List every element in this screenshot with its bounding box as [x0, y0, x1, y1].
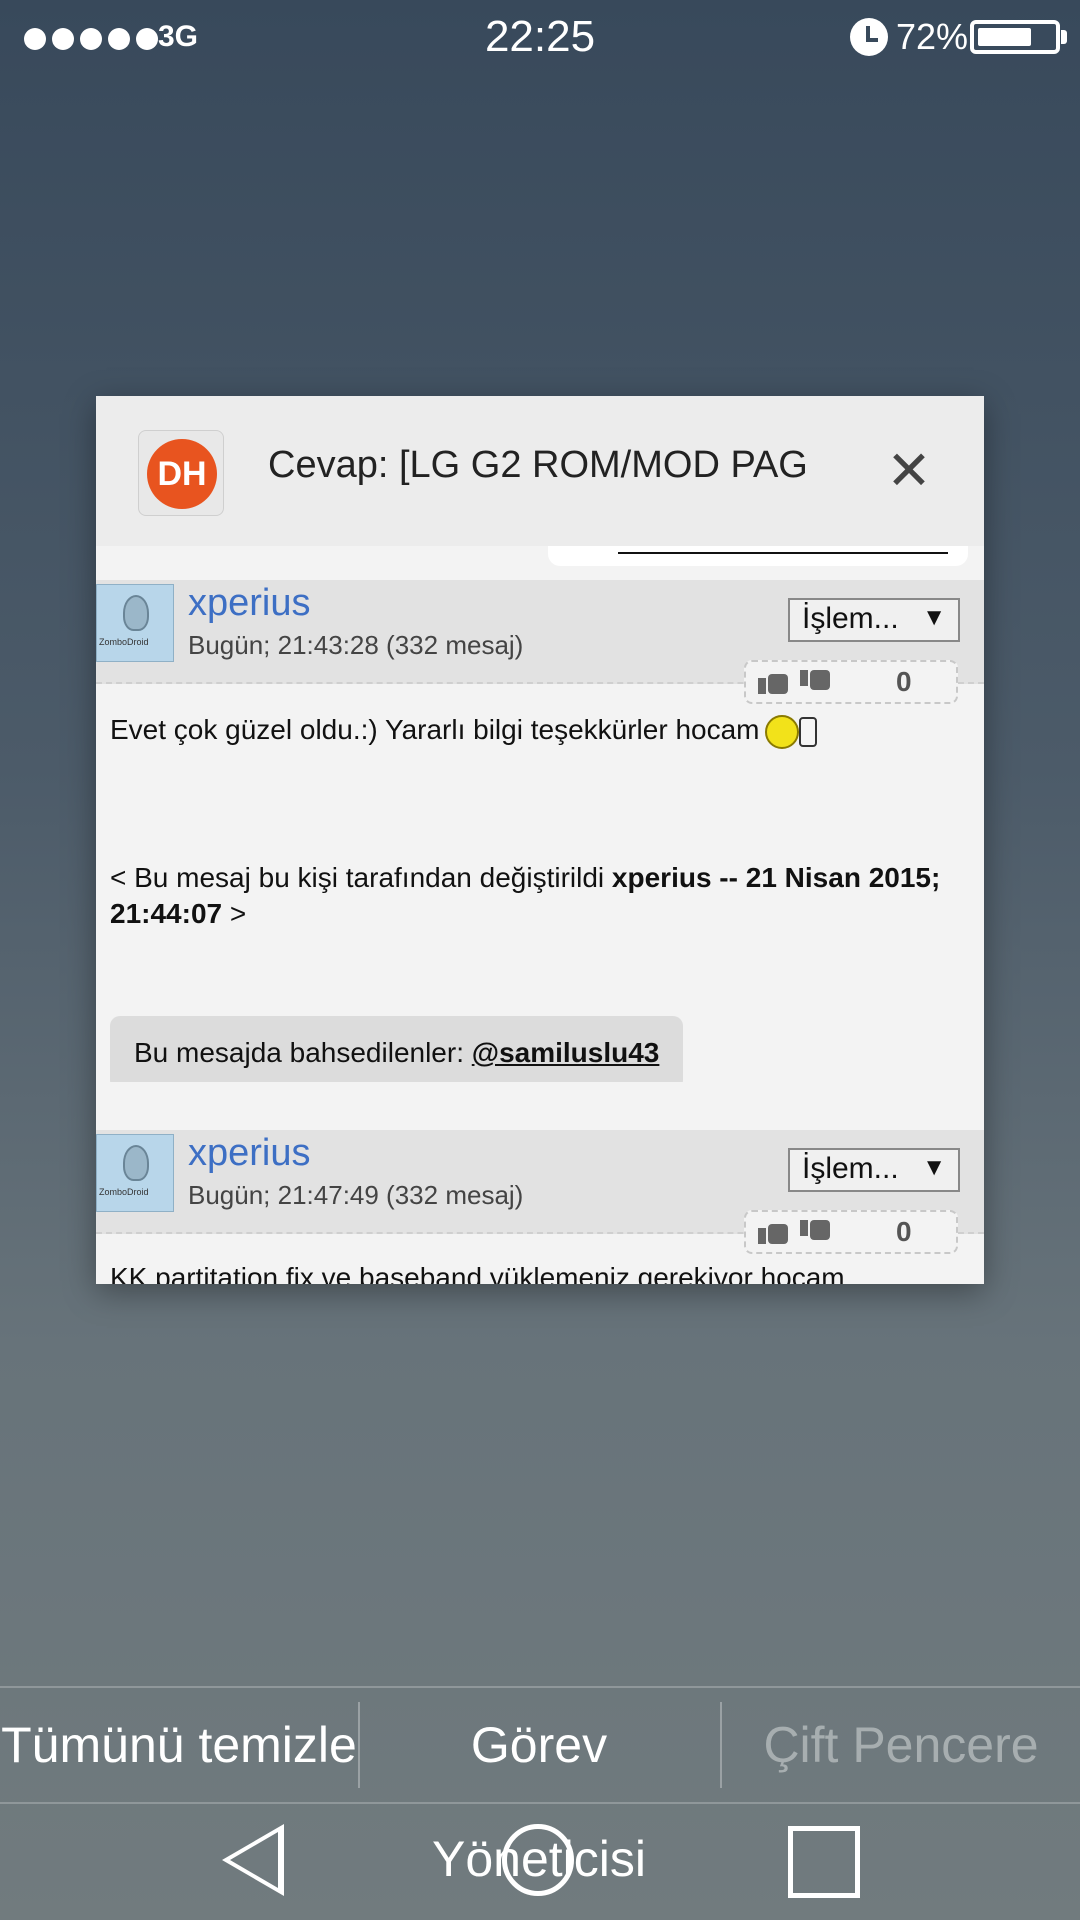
post-header: ZomboDroid xperius Bugün; 21:43:28 (332 …	[96, 580, 984, 704]
recent-app-card[interactable]: DH Cevap: [LG G2 ROM/MOD PAGE|LOLL ✕ Zom…	[96, 396, 984, 1284]
owl-icon	[123, 1145, 149, 1181]
recents-action-bar: Tümünü temizle Görev Yöneticisi Çift Pen…	[0, 1686, 1080, 1887]
action-dropdown-label: İşlem...	[802, 602, 899, 635]
navigation-bar	[0, 1802, 1080, 1920]
status-bar: 3G 22:25 72%	[0, 0, 1080, 78]
thumbs-up-emoji-icon	[799, 716, 818, 747]
post-message: KK partitation fix ve baseband yüklemeni…	[110, 1262, 845, 1284]
edit-note-suffix: >	[222, 898, 247, 929]
action-dropdown-label: İşlem...	[802, 1152, 899, 1185]
previous-post-peek	[548, 546, 968, 566]
vote-count: 0	[896, 1216, 912, 1247]
back-triangle-icon[interactable]	[222, 1824, 284, 1896]
card-header: DH Cevap: [LG G2 ROM/MOD PAGE|LOLL ✕	[96, 396, 984, 546]
post-message: Evet çok güzel oldu.:) Yararlı bilgi teş…	[110, 714, 818, 749]
post-meta: Bugün; 21:43:28 (332 mesaj)	[188, 630, 524, 660]
edit-note-separator: --	[711, 862, 746, 893]
edit-note-user: xperius	[611, 862, 712, 893]
battery-icon	[970, 20, 1060, 54]
close-icon[interactable]: ✕	[882, 444, 936, 498]
app-logo-text: DH	[147, 439, 217, 509]
card-content: ZomboDroid xperius Bugün; 21:43:28 (332 …	[96, 546, 984, 1284]
recent-square-icon[interactable]	[788, 1826, 860, 1898]
thumbs-down-icon[interactable]	[800, 668, 830, 696]
battery-tip	[1061, 30, 1067, 44]
mentions-label: Bu mesajda bahsedilenler:	[134, 1037, 472, 1068]
thumbs-up-icon[interactable]	[758, 1218, 788, 1246]
post-separator	[96, 1082, 984, 1134]
post-message-text: Evet çok güzel oldu.:) Yararlı bilgi teş…	[110, 714, 760, 745]
username-link[interactable]: xperius	[188, 582, 311, 625]
action-dropdown[interactable]: İşlem... ▼	[788, 598, 960, 642]
thumbs-down-icon[interactable]	[800, 1218, 830, 1246]
action-dropdown[interactable]: İşlem... ▼	[788, 1148, 960, 1192]
smiley-emoji-icon	[765, 714, 800, 749]
task-manager-button[interactable]: Görev Yöneticisi	[360, 1688, 718, 1887]
vote-box: 0	[744, 660, 958, 704]
vote-box: 0	[744, 1210, 958, 1254]
chevron-down-icon: ▼	[922, 1154, 946, 1181]
edit-note-prefix: < Bu mesaj bu kişi tarafından değiştiril…	[110, 862, 612, 893]
avatar[interactable]: ZomboDroid	[96, 584, 174, 662]
mentions-box: Bu mesajda bahsedilenler: @samiluslu43	[110, 1016, 684, 1090]
avatar-label: ZomboDroid	[99, 637, 149, 647]
card-title: Cevap: [LG G2 ROM/MOD PAGE|LOLL	[268, 444, 808, 486]
edit-note: < Bu mesaj bu kişi tarafından değiştiril…	[110, 860, 950, 932]
clear-all-button[interactable]: Tümünü temizle	[0, 1688, 358, 1802]
owl-icon	[123, 595, 149, 631]
avatar-label: ZomboDroid	[99, 1187, 149, 1197]
vote-count: 0	[896, 666, 912, 697]
avatar[interactable]: ZomboDroid	[96, 1134, 174, 1212]
alarm-clock-icon	[850, 18, 888, 56]
home-circle-icon[interactable]	[502, 1824, 574, 1896]
app-icon[interactable]: DH	[138, 430, 224, 516]
thumbs-up-icon[interactable]	[758, 668, 788, 696]
post-header: ZomboDroid xperius Bugün; 21:47:49 (332 …	[96, 1130, 984, 1254]
battery-percent: 72%	[896, 16, 969, 57]
dual-window-button[interactable]: Çift Pencere	[722, 1688, 1080, 1802]
chevron-down-icon: ▼	[922, 604, 946, 631]
post-meta: Bugün; 21:47:49 (332 mesaj)	[188, 1180, 524, 1210]
username-link[interactable]: xperius	[188, 1132, 311, 1175]
mention-user-link[interactable]: @samiluslu43	[472, 1037, 660, 1068]
